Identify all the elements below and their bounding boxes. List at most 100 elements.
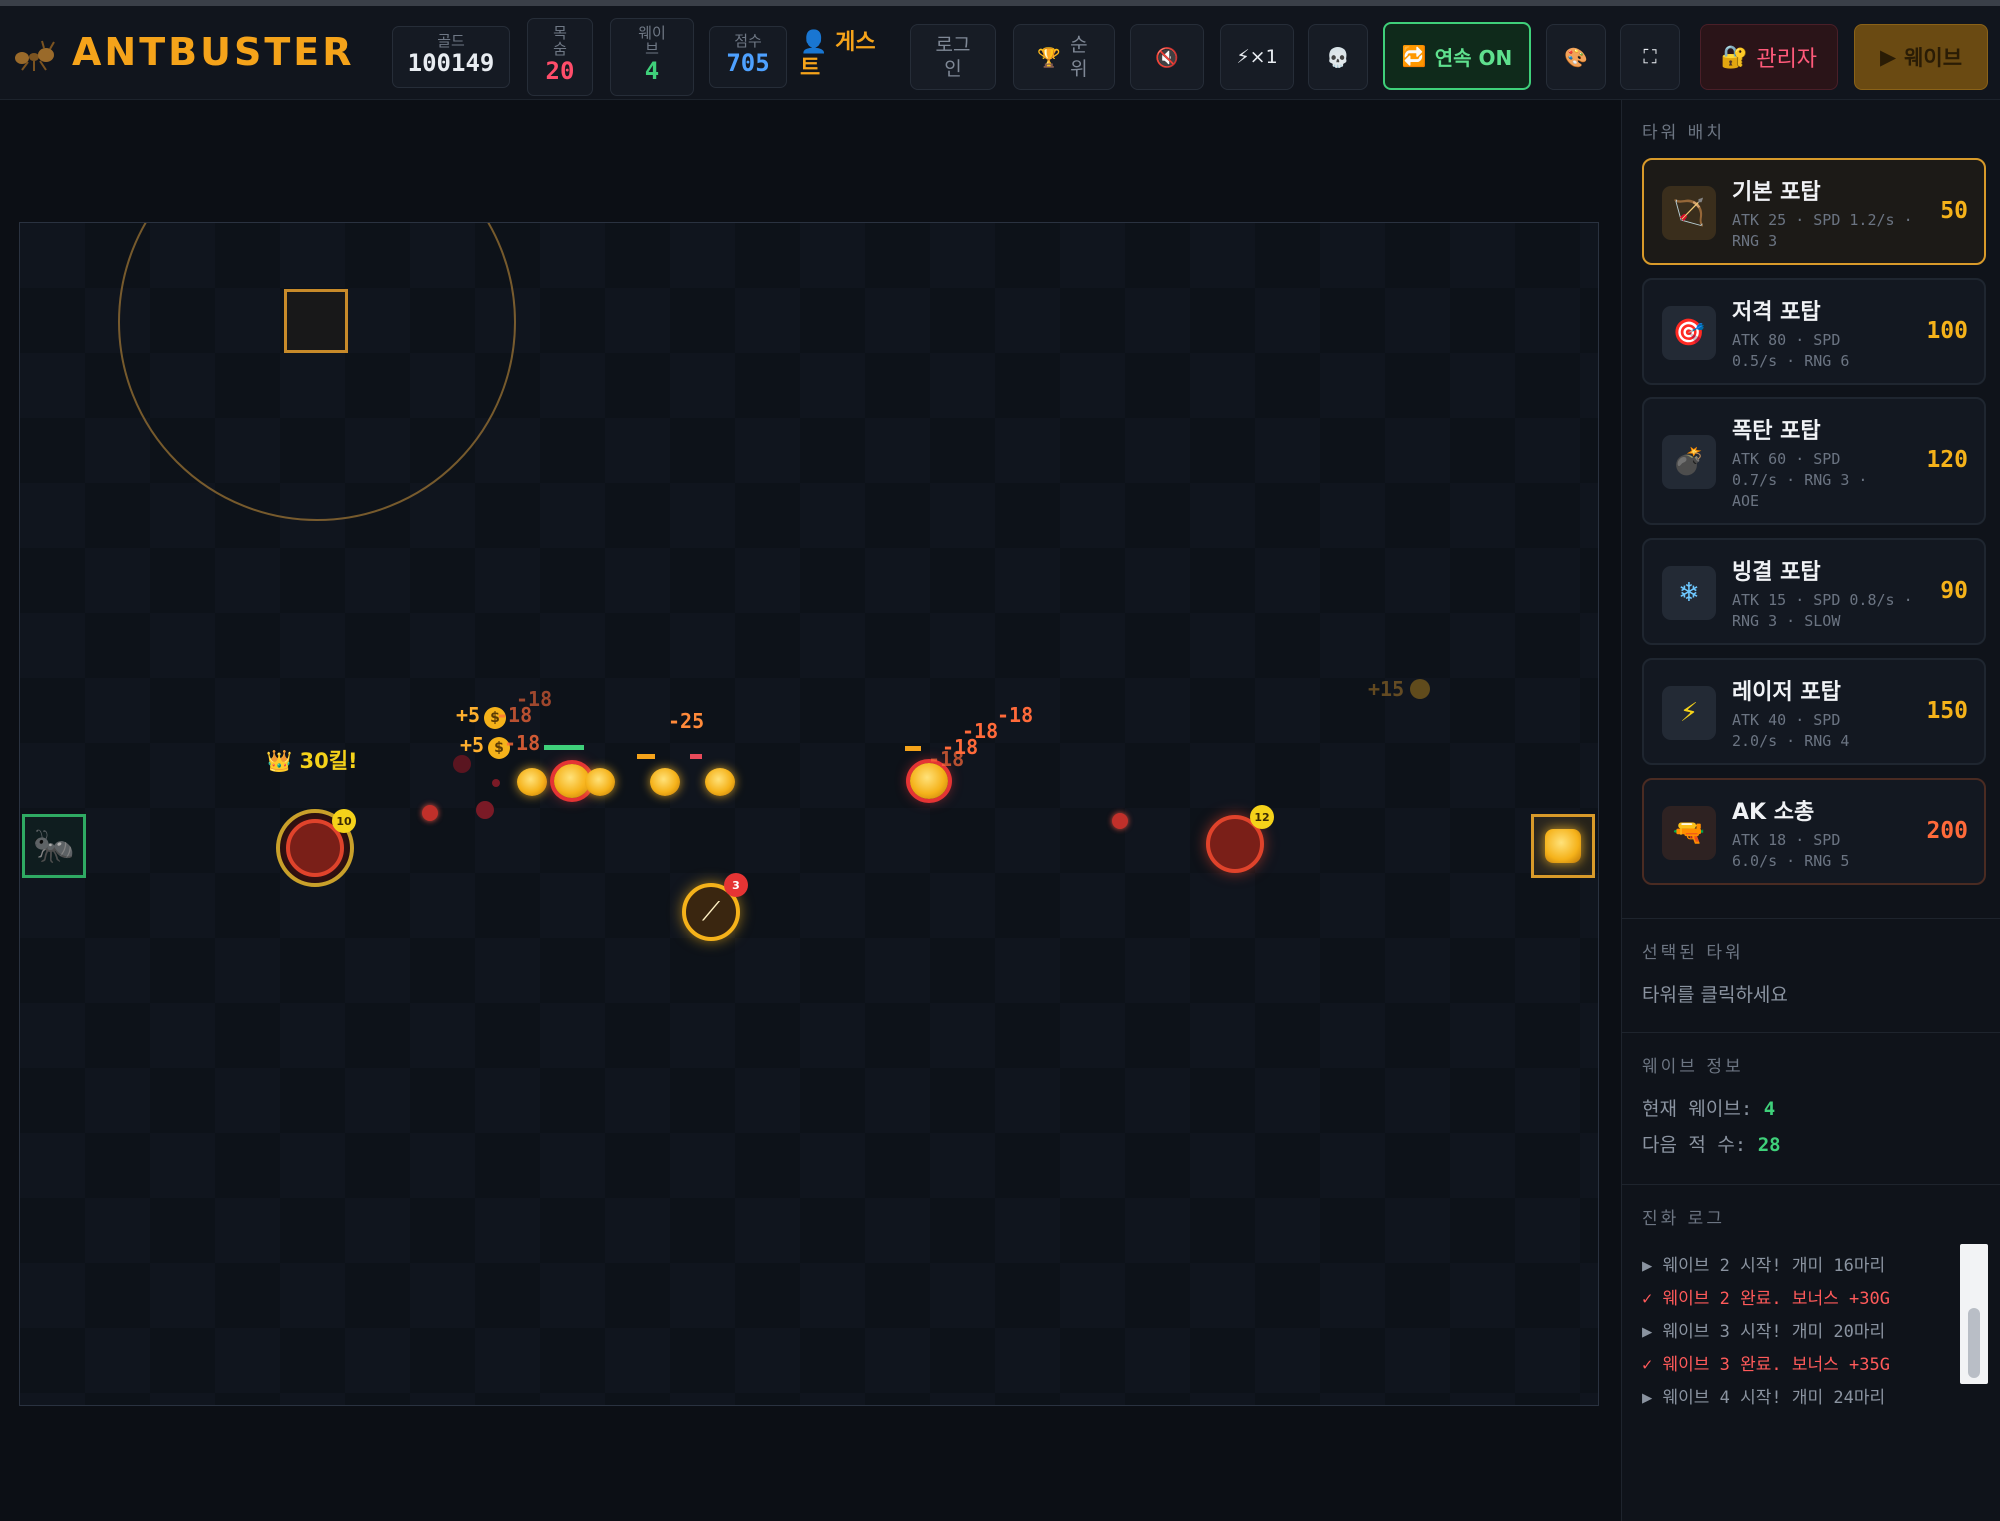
tower-card-name: 레이저 포탑 — [1732, 680, 1841, 705]
tower-card-laser[interactable]: ⚡ 레이저 포탑 ATK 40 · SPD 2.0/s · RNG 4 150 — [1642, 658, 1986, 765]
admin-button[interactable]: 🔐 관리자 — [1700, 24, 1838, 90]
ant-health-bar — [690, 754, 702, 759]
theme-button[interactable]: 🎨 — [1546, 24, 1606, 90]
target-icon: 🎯 — [1662, 306, 1716, 360]
tower-card-cost: 50 — [1940, 198, 1968, 224]
admin-label: 관리자 — [1756, 47, 1818, 72]
continuous-toggle[interactable]: 🔁 연속 ON — [1383, 22, 1531, 90]
tower-card-stats: ATK 15 · SPD 0.8/s · RNG 3 · SLOW — [1732, 591, 1913, 630]
log-scrollbar-thumb[interactable] — [1968, 1308, 1980, 1378]
next-enemies-label: 다음 적 수: — [1642, 1134, 1747, 1156]
gun-icon: 🔫 — [1662, 806, 1716, 860]
lives-label: 목숨 — [553, 24, 567, 58]
ranking-button[interactable]: 🏆 순위 — [1013, 24, 1115, 90]
range-indicator — [118, 223, 516, 521]
tower-card-basic[interactable]: 🏹 기본 포탑 ATK 25 · SPD 1.2/s · RNG 3 50 — [1642, 158, 1986, 265]
ant-enemy — [650, 768, 680, 796]
cake-goal — [1531, 814, 1595, 878]
coin-icon — [1410, 679, 1430, 699]
lives-stat: 목숨 20 — [527, 18, 593, 96]
ant-enemy — [705, 768, 735, 796]
ant-health-bar — [544, 745, 584, 750]
selected-tower-title: 선택된 타워 — [1642, 943, 1744, 963]
tower-card-sniper[interactable]: 🎯 저격 포탑 ATK 80 · SPD 0.5/s · RNG 6 100 — [1642, 278, 1986, 385]
mute-button[interactable]: 🔇 — [1130, 24, 1204, 90]
ant-health-bar — [637, 754, 655, 759]
lightning-icon: ⚡ — [1662, 686, 1716, 740]
tower-card-stats: ATK 40 · SPD 2.0/s · RNG 4 — [1732, 711, 1850, 750]
evolution-log-title: 진화 로그 — [1642, 1209, 1725, 1229]
fullscreen-button[interactable]: ⛶ — [1620, 24, 1680, 90]
bomb-icon: 💣 — [1662, 435, 1716, 489]
ant-spawn: 🐜 — [22, 814, 86, 878]
score-value: 705 — [726, 49, 770, 77]
tower-card-stats: ATK 80 · SPD 0.5/s · RNG 6 — [1732, 331, 1850, 370]
evolution-log[interactable]: ▶ 웨이브 2 시작! 개미 16마리 ✓ 웨이브 2 완료. 보너스 +30G… — [1642, 1250, 1972, 1518]
login-label: 로그인 — [935, 34, 971, 80]
wave-label: 웨이브 — [638, 24, 666, 58]
bullet — [422, 805, 438, 821]
user-label[interactable]: 👤 게스트 — [800, 30, 880, 82]
log-entry: ▶ 웨이브 3 시작! 개미 20마리 — [1642, 1322, 1886, 1342]
ant-enemy — [585, 768, 615, 796]
tower-level-badge: 3 — [724, 873, 748, 897]
snowflake-icon: ❄ — [1662, 566, 1716, 620]
current-wave-label: 현재 웨이브: — [1642, 1098, 1753, 1120]
user-icon: 👤 — [800, 30, 828, 55]
tower-card-bomb[interactable]: 💣 폭탄 포탑 ATK 60 · SPD 0.7/s · RNG 3 · AOE… — [1642, 397, 1986, 525]
tower-card-name: AK 소총 — [1732, 800, 1815, 825]
gold-gain-text: +15 — [1368, 677, 1405, 701]
damage-text: -25 — [668, 709, 705, 733]
log-entry: ▶ 웨이브 4 시작! 개미 24마리 — [1642, 1388, 1886, 1408]
log-scrollbar[interactable] — [1960, 1244, 1988, 1384]
next-enemies-row: 다음 적 수: 28 — [1642, 1130, 1781, 1157]
speed-label: ×1 — [1249, 46, 1278, 68]
wave-stat: 웨이브 4 — [610, 18, 694, 96]
gold-label: 골드 — [437, 32, 465, 50]
kill-streak-text: 👑 30킬! — [266, 745, 358, 775]
divider — [1622, 918, 2000, 919]
damage-text: -18 — [504, 731, 541, 755]
lightning-icon: ⚡ — [1236, 46, 1250, 68]
tower-card-name: 빙결 포탑 — [1732, 560, 1821, 585]
speed-button[interactable]: ⚡ ×1 — [1220, 24, 1294, 90]
log-entry: ✓ 웨이브 3 완료. 보너스 +35G — [1642, 1355, 1890, 1375]
tower-card-cost: 120 — [1926, 447, 1968, 473]
placement-cursor[interactable] — [284, 289, 348, 353]
tower-card-stats: ATK 60 · SPD 0.7/s · RNG 3 · AOE — [1732, 450, 1868, 510]
next-enemies-value: 28 — [1757, 1134, 1781, 1156]
tower-basic-selected[interactable]: 10 — [276, 809, 356, 887]
kill-streak-value: 30킬! — [299, 749, 358, 773]
game-board[interactable]: 🐜 10 ⟋ 3 12 👑 30킬! +5 +5 +15 $ $ -18 -18… — [19, 222, 1599, 1406]
game-title: ANTBUSTER — [72, 30, 355, 74]
speaker-muted-icon: 🔇 — [1155, 46, 1179, 69]
damage-text: -18 — [997, 703, 1034, 727]
tower-card-stats: ATK 25 · SPD 1.2/s · RNG 3 — [1732, 211, 1913, 250]
tower-card-name: 폭탄 포탑 — [1732, 419, 1821, 444]
tower-card-cost: 150 — [1926, 698, 1968, 724]
current-wave-value: 4 — [1763, 1098, 1776, 1120]
honey-jar-icon — [1545, 829, 1581, 863]
crown-icon: 👑 — [266, 749, 293, 773]
divider — [1622, 1184, 2000, 1185]
needle-icon: ⟋ — [701, 896, 721, 927]
placement-title: 타워 배치 — [1642, 123, 1725, 143]
tower-sniper[interactable]: ⟋ 3 — [682, 873, 748, 941]
start-wave-button[interactable]: ▶ 웨이브 — [1854, 24, 1988, 90]
divider — [1622, 1032, 2000, 1033]
tower-level-badge: 12 — [1250, 805, 1274, 829]
trophy-icon: 🏆 — [1037, 46, 1061, 69]
gold-value: 100149 — [407, 49, 495, 77]
repeat-icon: 🔁 — [1401, 44, 1427, 68]
login-button[interactable]: 로그인 — [910, 24, 996, 90]
ant-health-bar — [905, 746, 921, 751]
tower-card-ak[interactable]: 🔫 AK 소총 ATK 18 · SPD 6.0/s · RNG 5 200 — [1642, 778, 1986, 885]
play-icon: ▶ — [1879, 45, 1897, 69]
score-label: 점수 — [734, 32, 762, 50]
bullet — [492, 779, 500, 787]
skull-button[interactable]: 💀 — [1308, 24, 1368, 90]
fullscreen-icon: ⛶ — [1643, 46, 1657, 68]
damage-text: -18 — [496, 703, 533, 727]
tower-ak[interactable]: 12 — [1206, 805, 1274, 873]
tower-card-freeze[interactable]: ❄ 빙결 포탑 ATK 15 · SPD 0.8/s · RNG 3 · SLO… — [1642, 538, 1986, 645]
